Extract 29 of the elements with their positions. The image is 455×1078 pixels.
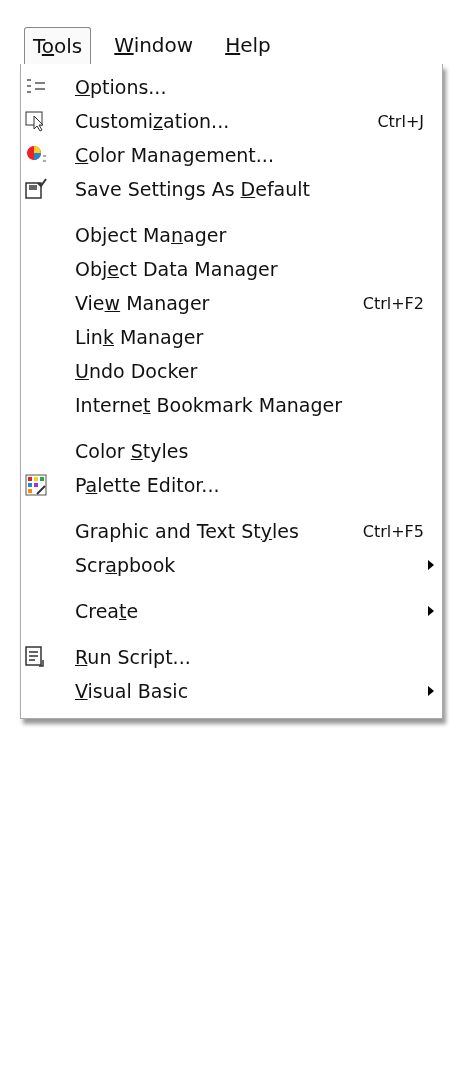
shortcut-text: Ctrl+F2: [362, 293, 424, 313]
menu-title[interactable]: Window: [105, 26, 203, 64]
menu-item[interactable]: Visual Basic: [75, 680, 189, 702]
menu-item[interactable]: Internet Bookmark Manager: [75, 394, 343, 416]
submenu-arrow-icon: [428, 560, 434, 570]
menu-item[interactable]: View Manager: [75, 292, 210, 314]
menu-title[interactable]: Help: [216, 26, 280, 64]
menu-item[interactable]: Save Settings As Default: [75, 178, 311, 200]
menu-item[interactable]: Palette Editor...: [75, 474, 220, 496]
menu-title[interactable]: Tools: [24, 27, 92, 64]
menu-item[interactable]: Undo Docker: [75, 360, 198, 382]
submenu-arrow-icon: [428, 686, 434, 696]
shortcut-text: Ctrl+F5: [362, 521, 424, 541]
menu-item[interactable]: Object Data Manager: [75, 258, 278, 280]
shortcut-text: Ctrl+J: [377, 111, 424, 131]
menu-item[interactable]: Create: [75, 600, 139, 622]
color-grid-icon: [25, 474, 47, 496]
menu-item[interactable]: Color Management...: [75, 144, 274, 166]
menu-item[interactable]: Run Script...: [75, 646, 191, 668]
document-icon: [25, 646, 47, 668]
menu-item[interactable]: Scrapbook: [75, 554, 176, 576]
submenu-arrow-icon: [428, 606, 434, 616]
disk-check-icon: [25, 178, 47, 200]
menu-item[interactable]: Link Manager: [75, 326, 204, 348]
menu-item[interactable]: Object Manager: [75, 224, 227, 246]
menu-item[interactable]: Customization...: [75, 110, 230, 132]
menu-item[interactable]: Options...: [75, 76, 167, 98]
menu-item[interactable]: Color Styles: [75, 440, 189, 462]
menu-item[interactable]: Graphic and Text Styles: [75, 520, 299, 542]
